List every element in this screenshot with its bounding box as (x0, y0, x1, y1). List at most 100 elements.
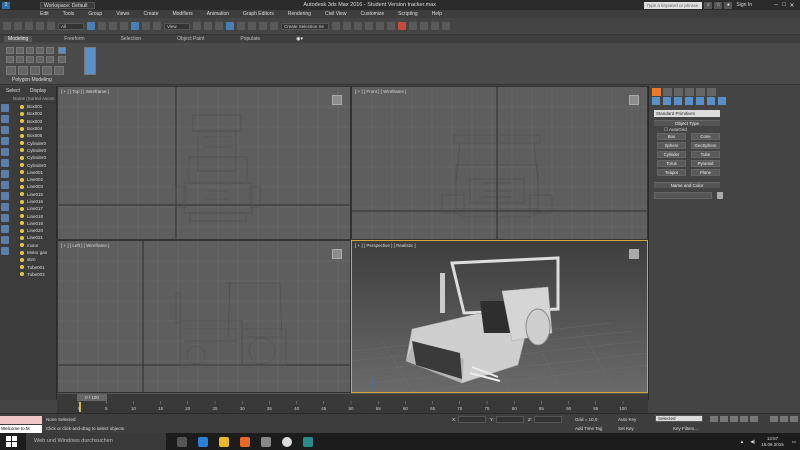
menu-civil-view[interactable]: Civil View (325, 11, 347, 17)
visibility-icon[interactable] (20, 265, 24, 270)
viewcube-perspective[interactable] (629, 249, 639, 259)
primitive-category-dropdown[interactable]: Standard Primitives (654, 110, 720, 117)
time-slider[interactable]: 0 / 100 (57, 393, 648, 401)
render-iterative-icon[interactable] (442, 22, 450, 30)
sphere-button[interactable]: Sphere (657, 142, 686, 149)
app-logo-icon[interactable]: 3 (2, 1, 10, 9)
edit-named-sets-icon[interactable] (270, 22, 278, 30)
systems-icon[interactable] (718, 97, 726, 105)
menu-create[interactable]: Create (143, 11, 158, 17)
ribbon-button-9[interactable] (26, 56, 34, 63)
task-view-icon[interactable] (177, 436, 187, 447)
select-object-icon[interactable] (87, 22, 95, 30)
time-slider-handle[interactable]: 0 / 100 (77, 394, 107, 401)
filter-icon-1[interactable] (1, 104, 9, 112)
ribbon-button-7[interactable] (6, 56, 14, 63)
ribbon-options-icon[interactable]: ◉▾ (292, 36, 307, 42)
visibility-icon[interactable] (20, 243, 24, 248)
3dsmax-icon[interactable] (303, 436, 313, 447)
scene-tab-display[interactable]: Display (30, 88, 46, 94)
ribbon-button-10[interactable] (36, 56, 44, 63)
menu-group[interactable]: Group (88, 11, 102, 17)
visibility-icon[interactable] (20, 272, 24, 277)
taskbar-search[interactable]: Web und Windows durchsuchen (26, 433, 166, 450)
filter-icon-10[interactable] (1, 203, 9, 211)
snaps-toggle-icon[interactable] (226, 22, 234, 30)
visibility-icon[interactable] (20, 133, 24, 138)
angle-snap-icon[interactable] (237, 22, 245, 30)
window-crossing-icon[interactable] (120, 22, 128, 30)
file-explorer-icon[interactable] (219, 436, 229, 447)
keyboard-shortcut-icon[interactable] (215, 22, 223, 30)
viewport-perspective-label[interactable]: [ + ] [ Perspective ] [ Realistic ] (355, 243, 416, 248)
ribbon-button-17[interactable] (54, 66, 64, 75)
tab-freeform[interactable]: Freeform (60, 36, 88, 42)
torus-button[interactable]: Torus (657, 160, 686, 167)
volume-icon[interactable]: ◀) (750, 439, 755, 445)
cone-button[interactable]: Cone (691, 133, 720, 140)
ribbon-button-14[interactable] (18, 66, 28, 75)
create-tab-icon[interactable] (652, 88, 661, 96)
tab-populate[interactable]: Populate (236, 36, 264, 42)
space-warps-icon[interactable] (707, 97, 715, 105)
visibility-icon[interactable] (20, 155, 24, 160)
auto-key-label[interactable]: Auto Key (618, 417, 636, 422)
viewport-front[interactable]: [ + ] [ Front ] [ Wireframe ] (351, 86, 648, 240)
search-input[interactable]: Type a keyword or phrase (644, 1, 703, 9)
filter-icon-2[interactable] (1, 115, 9, 123)
key-filters-button[interactable]: Key Filters... (673, 426, 698, 431)
scene-tab-select[interactable]: Select (6, 88, 20, 94)
percent-snap-icon[interactable] (248, 22, 256, 30)
visibility-icon[interactable] (20, 192, 24, 197)
scale-icon[interactable] (153, 22, 161, 30)
steam-icon[interactable] (261, 436, 271, 447)
visibility-icon[interactable] (20, 199, 24, 204)
visibility-icon[interactable] (20, 170, 24, 175)
material-editor-icon[interactable] (398, 22, 406, 30)
goto-end-icon[interactable] (750, 416, 758, 422)
visibility-icon[interactable] (20, 257, 24, 262)
tab-modeling[interactable]: Modeling (4, 36, 33, 42)
ribbon-button-8[interactable] (16, 56, 24, 63)
visibility-icon[interactable] (20, 126, 24, 131)
filter-icon-4[interactable] (1, 137, 9, 145)
visibility-icon[interactable] (20, 111, 24, 116)
visibility-icon[interactable] (20, 221, 24, 226)
geosphere-button[interactable]: GeoSphere (691, 142, 720, 149)
render-setup-icon[interactable] (409, 22, 417, 30)
menu-scripting[interactable]: Scripting (398, 11, 417, 17)
viewport-left[interactable]: [ + ] [ Left ] [ Wireframe ] (57, 240, 351, 393)
mirror-icon[interactable] (332, 22, 340, 30)
menu-modifiers[interactable]: Modifiers (172, 11, 192, 17)
list-item[interactable]: Tube001 (0, 264, 56, 271)
menu-customize[interactable]: Customize (361, 11, 385, 17)
modify-tab-icon[interactable] (663, 88, 672, 96)
notification-icon[interactable]: ▭ (792, 439, 796, 445)
motion-tab-icon[interactable] (685, 88, 694, 96)
geometry-icon[interactable] (652, 97, 660, 105)
goto-start-icon[interactable] (710, 416, 718, 422)
star-icon[interactable]: ☆ (714, 1, 723, 9)
schematic-view-icon[interactable] (387, 22, 395, 30)
selection-filter-dropdown[interactable]: All (58, 22, 84, 30)
pyramid-button[interactable]: Pyramid (691, 160, 720, 167)
rendered-frame-window-icon[interactable] (420, 22, 428, 30)
prev-frame-icon[interactable] (720, 416, 728, 422)
move-icon[interactable] (131, 22, 139, 30)
pan-icon[interactable] (780, 416, 788, 422)
ribbon-button-16[interactable] (42, 66, 52, 75)
firefox-icon[interactable] (240, 436, 250, 447)
key-mode-dropdown[interactable]: Selected (655, 415, 703, 422)
redo-icon[interactable] (14, 22, 22, 30)
ribbon-panel-label[interactable]: Polygon Modeling (12, 77, 52, 83)
bind-space-warp-icon[interactable] (47, 22, 55, 30)
filter-icon-14[interactable] (1, 247, 9, 255)
object-color-swatch[interactable] (717, 192, 723, 199)
filter-icon-8[interactable] (1, 181, 9, 189)
select-by-name-icon[interactable] (98, 22, 106, 30)
workspace-dropdown[interactable]: Workspace: Default (40, 1, 95, 9)
visibility-icon[interactable] (20, 119, 24, 124)
visibility-icon[interactable] (20, 184, 24, 189)
add-time-tag[interactable]: Add Time Tag (575, 426, 602, 431)
curve-editor-icon[interactable] (376, 22, 384, 30)
